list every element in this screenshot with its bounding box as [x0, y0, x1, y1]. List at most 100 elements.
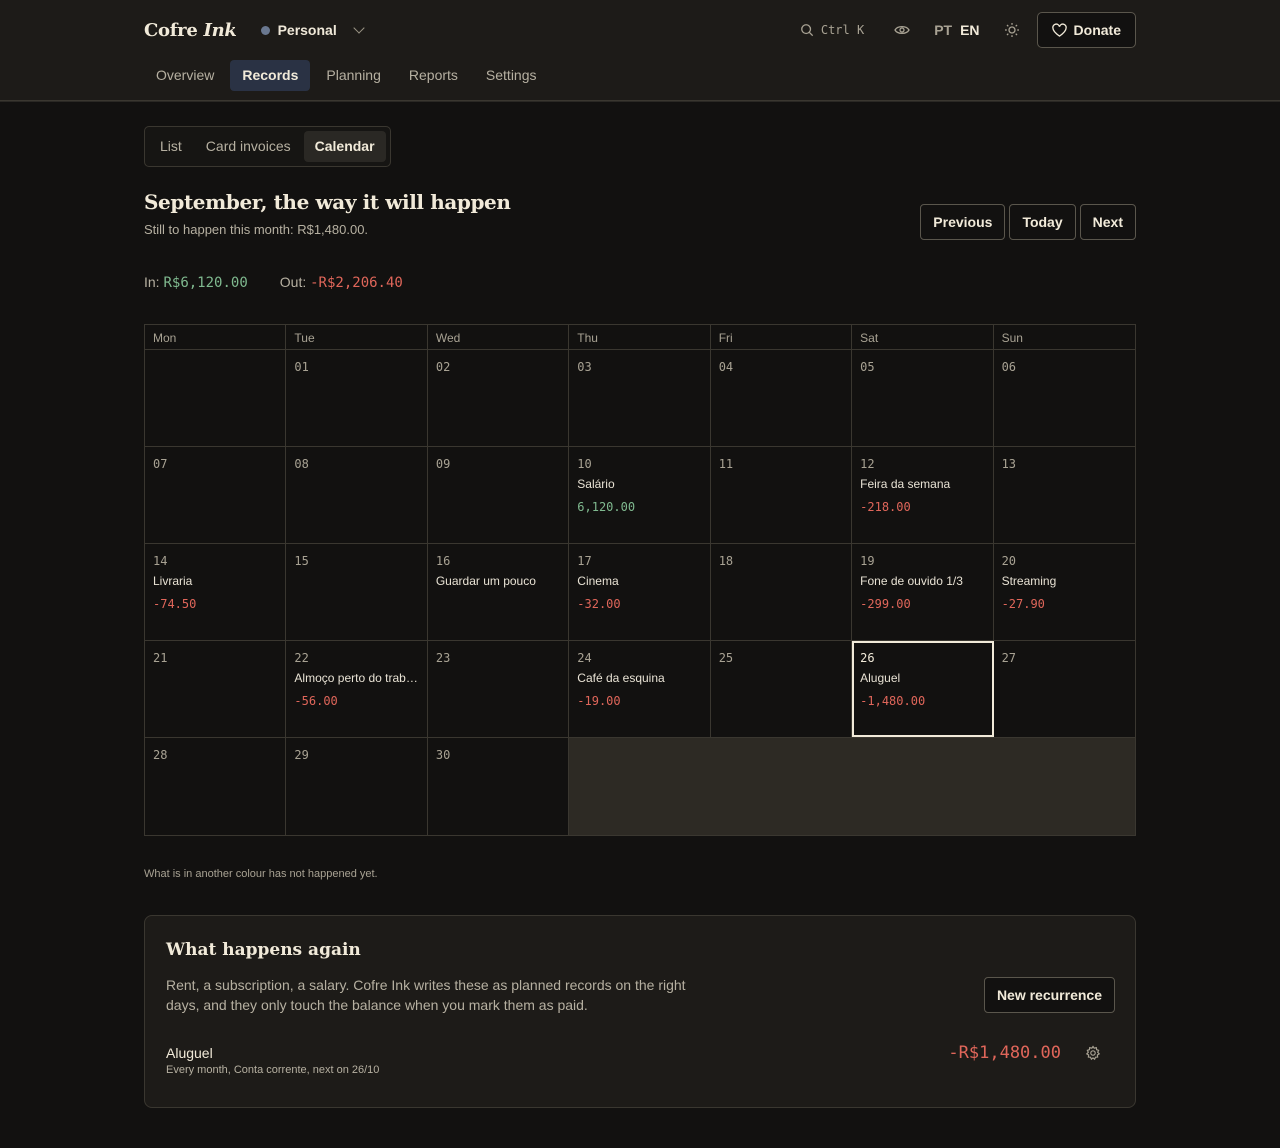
calendar-outside-month — [569, 738, 1135, 835]
tab-list[interactable]: List — [149, 131, 193, 162]
calendar-day[interactable]: 27 — [994, 641, 1135, 737]
calendar-day[interactable]: 30 — [428, 738, 570, 835]
previous-button[interactable]: Previous — [920, 204, 1006, 240]
record-label[interactable]: Almoço perto do trabalho — [294, 671, 418, 685]
tab-card-invoices[interactable]: Card invoices — [195, 131, 302, 162]
brand-name-italic: Ink — [203, 19, 237, 41]
calendar-grid: Mon Tue Wed Thu Fri Sat Sun 01 02 03 04 05 06… — [144, 324, 1136, 836]
calendar-day[interactable]: 23 — [428, 641, 570, 737]
calendar-day[interactable]: 06 — [994, 350, 1135, 446]
weekday-wed: Wed — [428, 325, 570, 351]
calendar-day[interactable]: 14 Livraria -74.50 — [145, 544, 287, 640]
ledger-switcher[interactable]: Personal — [260, 22, 365, 38]
record-label[interactable]: Streaming — [1002, 574, 1127, 588]
calendar-day[interactable]: 01 — [286, 350, 428, 446]
calendar-day[interactable]: 19 Fone de ouvido 1/3 -299.00 — [852, 544, 994, 640]
calendar-day[interactable]: 29 — [286, 738, 428, 835]
calendar-week: 01 02 03 04 05 06 — [145, 350, 1135, 447]
nav-reports[interactable]: Reports — [397, 60, 470, 91]
page-subtitle: Still to happen this month: R$1,480.00. — [144, 222, 369, 237]
calendar-day[interactable]: 12 Feira da semana -218.00 — [852, 447, 994, 543]
calendar-empty-day — [145, 350, 287, 446]
calendar-day[interactable]: 28 — [145, 738, 287, 835]
total-out: Out: -R$2,206.40 — [280, 274, 403, 291]
calendar-day[interactable]: 09 — [428, 447, 570, 543]
record-label[interactable]: Fone de ouvido 1/3 — [860, 574, 984, 588]
day-number: 12 — [860, 457, 875, 471]
tab-calendar[interactable]: Calendar — [303, 131, 386, 162]
app-logo[interactable]: Cofre Ink — [144, 20, 237, 41]
calendar-day[interactable]: 17 Cinema -32.00 — [569, 544, 711, 640]
weekday-sun: Sun — [1001, 331, 1023, 345]
total-in-value: R$6,120.00 — [163, 275, 248, 291]
day-number: 25 — [718, 651, 734, 665]
calendar-day[interactable]: 08 — [286, 447, 428, 543]
day-number: 30 — [435, 748, 451, 762]
total-in: In: R$6,120.00 — [144, 274, 248, 291]
day-number: 22 — [294, 651, 309, 665]
ledger-name: Personal — [277, 22, 337, 38]
day-number: 09 — [435, 457, 451, 471]
main-nav: Overview Records Planning Reports Settin… — [144, 60, 1136, 91]
calendar-day[interactable]: 10 Salário 6,120.00 — [569, 447, 711, 543]
weekday-sat: Sat — [852, 325, 994, 351]
record-amount: -56.00 — [294, 694, 338, 708]
calendar-day[interactable]: 20 Streaming -27.90 — [994, 544, 1135, 640]
nav-overview[interactable]: Overview — [144, 60, 226, 91]
day-number: 26 — [860, 651, 875, 665]
calendar-day[interactable]: 05 — [852, 350, 994, 446]
record-amount: -218.00 — [860, 500, 911, 514]
recurrence-meta: Every month, Conta corrente, next on 26/… — [166, 1064, 380, 1076]
next-button[interactable]: Next — [1079, 204, 1136, 240]
calendar-day[interactable]: 18 — [711, 544, 853, 640]
record-label[interactable]: Livraria — [153, 574, 277, 588]
calendar-day[interactable]: 03 — [569, 350, 711, 446]
calendar-day[interactable]: 25 — [711, 641, 853, 737]
day-number: 27 — [1001, 651, 1017, 665]
lang-en-option[interactable]: EN — [960, 22, 979, 38]
calendar-day[interactable]: 26 Aluguel -1,480.00 — [852, 641, 994, 737]
record-label[interactable]: Aluguel — [860, 671, 984, 685]
new-recurrence-button[interactable]: New recurrence — [983, 977, 1115, 1013]
record-label[interactable]: Guardar um pouco — [436, 574, 560, 588]
day-number: 05 — [860, 360, 875, 374]
calendar-day[interactable]: 07 — [145, 447, 287, 543]
record-label[interactable]: Café da esquina — [577, 671, 701, 685]
nav-planning[interactable]: Planning — [314, 60, 393, 91]
nav-records[interactable]: Records — [230, 60, 311, 91]
ledger-color-dot — [260, 25, 270, 35]
eye-icon[interactable] — [894, 22, 910, 38]
day-number: 15 — [294, 554, 309, 568]
gear-icon[interactable] — [1085, 1045, 1101, 1061]
calendar-day[interactable]: 21 — [145, 641, 287, 737]
day-number: 07 — [153, 457, 168, 471]
calendar-day[interactable]: 24 Café da esquina -19.00 — [569, 641, 711, 737]
day-number: 24 — [577, 651, 592, 665]
calendar-day[interactable]: 15 — [286, 544, 428, 640]
day-number: 10 — [577, 457, 592, 471]
day-number: 04 — [718, 360, 734, 374]
day-number: 14 — [153, 554, 168, 568]
sun-icon[interactable] — [1004, 22, 1020, 38]
search-button[interactable]: Ctrl K — [800, 23, 864, 37]
record-label[interactable]: Salário — [577, 477, 701, 491]
record-label[interactable]: Feira da semana — [860, 477, 984, 491]
calendar-weeks: 01 02 03 04 05 06 07 08 09 10 Salário 6,120.00 11 12 F… — [145, 350, 1135, 835]
calendar-day[interactable]: 02 — [428, 350, 570, 446]
weekday-fri: Fri — [711, 325, 853, 351]
calendar-day[interactable]: 22 Almoço perto do trabalho -56.00 — [286, 641, 428, 737]
record-amount: -27.90 — [1001, 597, 1045, 611]
calendar-day[interactable]: 13 — [994, 447, 1135, 543]
recurrence-name[interactable]: Aluguel — [166, 1045, 213, 1061]
calendar-day[interactable]: 04 — [711, 350, 853, 446]
lang-pt-option[interactable]: PT — [934, 22, 952, 38]
donate-button[interactable]: Donate — [1036, 12, 1136, 48]
record-label[interactable]: Cinema — [577, 574, 701, 588]
calendar-day[interactable]: 11 — [711, 447, 853, 543]
today-button[interactable]: Today — [1009, 204, 1076, 240]
weekday-thu: Thu — [569, 325, 711, 351]
nav-settings[interactable]: Settings — [474, 60, 549, 91]
calendar-day[interactable]: 16 Guardar um pouco — [428, 544, 570, 640]
month-totals: In: R$6,120.00 Out: -R$2,206.40 — [144, 274, 403, 291]
day-number: 11 — [718, 457, 734, 471]
